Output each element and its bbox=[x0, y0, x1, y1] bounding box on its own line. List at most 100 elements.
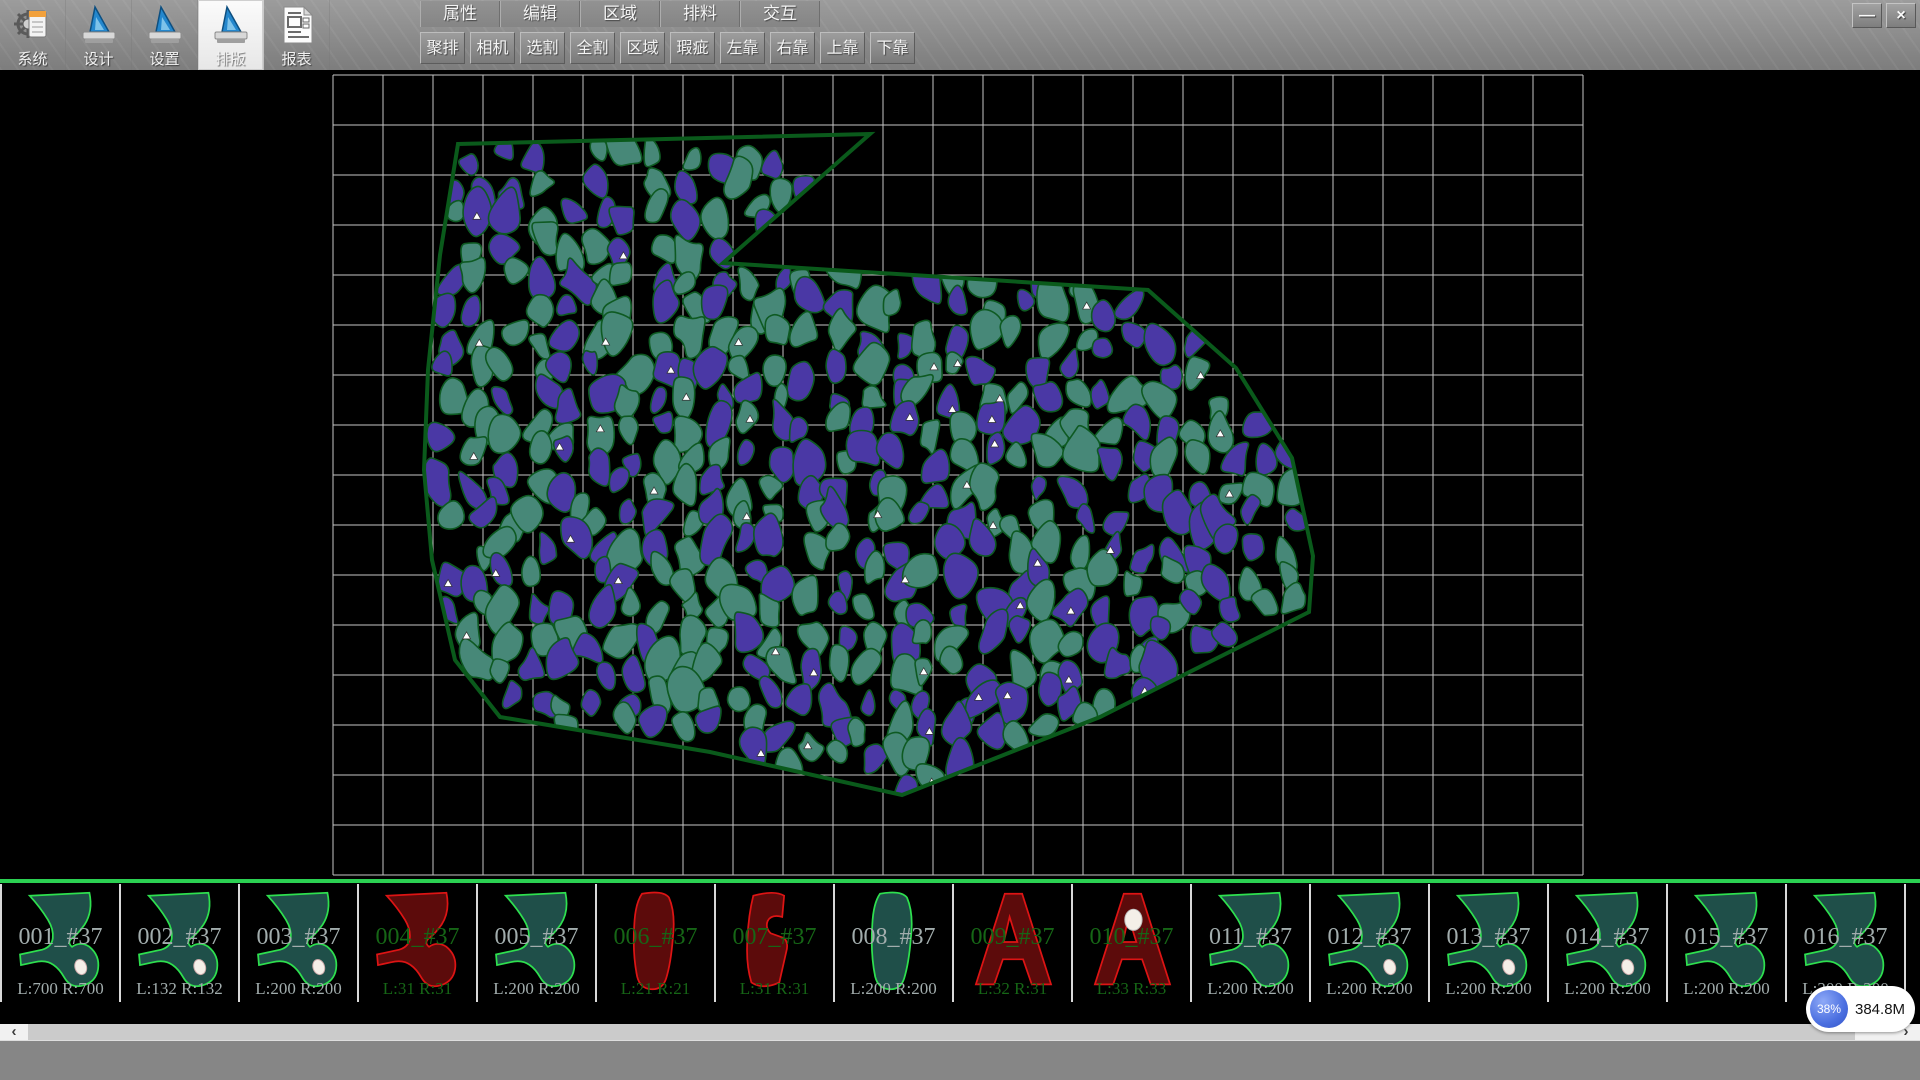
tool-button-defect[interactable]: 瑕疵 bbox=[670, 32, 715, 64]
piece-lr-label: L:200 R:200 bbox=[1311, 979, 1428, 999]
tool-button-cluster-nest[interactable]: 聚排 bbox=[420, 32, 465, 64]
memory-usage-label: 384.8M bbox=[1855, 1001, 1905, 1018]
piece-id-label: 016_#37 bbox=[1787, 924, 1904, 951]
piece-id-label: 0 bbox=[1906, 924, 1920, 951]
app-window: 系统设计设置排版报表 属性编辑区域排料交互 聚排相机选割全割区域瑕疵左靠右靠上靠… bbox=[0, 0, 1920, 1080]
nesting-canvas[interactable] bbox=[0, 70, 1920, 879]
piece-id-label: 010_#37 bbox=[1073, 924, 1190, 951]
menu-tab-region[interactable]: 区域 bbox=[580, 1, 660, 27]
scroll-left-button[interactable]: ‹ bbox=[0, 1024, 28, 1040]
menu-tab-properties[interactable]: 属性 bbox=[420, 1, 500, 27]
piece-id-label: 008_#37 bbox=[835, 924, 952, 951]
piece-lr-label: L:200 R:200 bbox=[1549, 979, 1666, 999]
piece-id-label: 009_#37 bbox=[954, 924, 1071, 951]
piece-thumbnails: 001_#37L:700 R:700002_#37L:132 R:132003_… bbox=[0, 884, 1920, 1004]
piece-lr-label: L:200 R:200 bbox=[1430, 979, 1547, 999]
main-button-label: 报表 bbox=[281, 48, 311, 69]
piece-lr-label: L:32 R:31 bbox=[954, 979, 1071, 999]
piece-lr-label: L:31 R:31 bbox=[359, 979, 476, 999]
piece-id-label: 007_#37 bbox=[716, 924, 833, 951]
tool-button-camera[interactable]: 相机 bbox=[470, 32, 515, 64]
piece-thumbnail[interactable]: 008_#37 L:200 R:200 bbox=[835, 884, 954, 1002]
piece-lr-label: L:200 R:200 bbox=[835, 979, 952, 999]
piece-thumbnail[interactable]: 009_#37 L:32 R:31 bbox=[954, 884, 1073, 1002]
piece-thumbnail[interactable]: 005_#37 L:200 R:200 bbox=[478, 884, 597, 1002]
piece-id-label: 012_#37 bbox=[1311, 924, 1428, 951]
piece-id-label: 011_#37 bbox=[1192, 924, 1309, 951]
piece-lr-label: L:21 R:21 bbox=[597, 979, 714, 999]
menu-tab-nest[interactable]: 排料 bbox=[660, 1, 740, 27]
status-bar bbox=[0, 1040, 1920, 1080]
piece-lr-label: L:200 R:200 bbox=[240, 979, 357, 999]
piece-thumbnail[interactable]: 002_#37 L:132 R:132 bbox=[121, 884, 240, 1002]
main-button-system[interactable]: 系统 bbox=[0, 0, 66, 70]
horizontal-scrollbar[interactable]: ‹ › bbox=[0, 1024, 1920, 1040]
piece-thumbnail[interactable]: 0L: bbox=[1906, 884, 1920, 1002]
piece-lr-label: L:200 R:200 bbox=[1192, 979, 1309, 999]
piece-lr-label: L:31 R:31 bbox=[716, 979, 833, 999]
piece-thumbnail[interactable]: 004_#37 L:31 R:31 bbox=[359, 884, 478, 1002]
piece-id-label: 014_#37 bbox=[1549, 924, 1666, 951]
piece-id-label: 004_#37 bbox=[359, 924, 476, 951]
pieces-strip: 001_#37L:700 R:700002_#37L:132 R:132003_… bbox=[0, 879, 1920, 1024]
main-button-label: 设计 bbox=[83, 48, 113, 69]
tool-button-snap-down[interactable]: 下靠 bbox=[870, 32, 915, 64]
menu-tab-interact[interactable]: 交互 bbox=[740, 1, 820, 27]
nesting-drawing bbox=[0, 70, 1920, 879]
piece-thumbnail[interactable]: 013_#37 L:200 R:200 bbox=[1430, 884, 1549, 1002]
piece-id-label: 005_#37 bbox=[478, 924, 595, 951]
menu-area: 属性编辑区域排料交互 聚排相机选割全割区域瑕疵左靠右靠上靠下靠 bbox=[420, 0, 920, 70]
main-button-design[interactable]: 设计 bbox=[66, 0, 132, 70]
piece-thumbnail[interactable]: 016_#37L:200 R:200 bbox=[1787, 884, 1906, 1002]
tool-button-snap-up[interactable]: 上靠 bbox=[820, 32, 865, 64]
piece-thumbnail[interactable]: 012_#37 L:200 R:200 bbox=[1311, 884, 1430, 1002]
piece-thumbnail[interactable]: 007_#37 L:31 R:31 bbox=[716, 884, 835, 1002]
set-square-icon bbox=[144, 5, 186, 45]
main-button-nesting[interactable]: 排版 bbox=[198, 0, 264, 70]
tool-button-region[interactable]: 区域 bbox=[620, 32, 665, 64]
gear-icon bbox=[12, 5, 54, 45]
piece-thumbnail[interactable]: 015_#37 L:200 R:200 bbox=[1668, 884, 1787, 1002]
percent-indicator: 38% bbox=[1810, 990, 1848, 1028]
report-icon bbox=[276, 5, 318, 45]
main-toolbar: 系统 设计 设置 排版 报表 bbox=[0, 0, 330, 70]
main-button-label: 设置 bbox=[149, 48, 179, 69]
tool-button-cut-all[interactable]: 全割 bbox=[570, 32, 615, 64]
nested-pieces bbox=[422, 127, 1309, 812]
set-square-icon bbox=[210, 5, 252, 45]
piece-thumbnail[interactable]: 011_#37 L:200 R:200 bbox=[1192, 884, 1311, 1002]
tool-button-select-cut[interactable]: 选割 bbox=[520, 32, 565, 64]
piece-thumbnail[interactable]: 001_#37 L:700 R:700 bbox=[0, 884, 121, 1002]
close-button[interactable]: × bbox=[1886, 3, 1916, 28]
menu-tab-edit[interactable]: 编辑 bbox=[500, 1, 580, 27]
piece-thumbnail[interactable]: 003_#37 L:200 R:200 bbox=[240, 884, 359, 1002]
main-button-report[interactable]: 报表 bbox=[264, 0, 330, 70]
piece-thumbnail[interactable]: 006_#37 L:21 R:21 bbox=[597, 884, 716, 1002]
tool-buttons: 聚排相机选割全割区域瑕疵左靠右靠上靠下靠 bbox=[420, 32, 920, 68]
piece-thumbnail[interactable]: 014_#37 L:200 R:200 bbox=[1549, 884, 1668, 1002]
piece-id-label: 015_#37 bbox=[1668, 924, 1785, 951]
menu-tabs: 属性编辑区域排料交互 bbox=[420, 1, 920, 29]
scrollbar-thumb[interactable] bbox=[28, 1024, 1855, 1040]
set-square-icon bbox=[78, 5, 120, 45]
toolbar: 系统设计设置排版报表 属性编辑区域排料交互 聚排相机选割全割区域瑕疵左靠右靠上靠… bbox=[0, 0, 1920, 70]
piece-id-label: 006_#37 bbox=[597, 924, 714, 951]
usage-badge: 38% 384.8M bbox=[1806, 986, 1915, 1032]
main-button-settings[interactable]: 设置 bbox=[132, 0, 198, 70]
piece-id-label: 001_#37 bbox=[2, 924, 119, 951]
main-button-label: 排版 bbox=[215, 48, 245, 69]
main-button-label: 系统 bbox=[17, 48, 47, 69]
tool-button-snap-left[interactable]: 左靠 bbox=[720, 32, 765, 64]
piece-lr-label: L:200 R:200 bbox=[478, 979, 595, 999]
piece-id-label: 002_#37 bbox=[121, 924, 238, 951]
piece-lr-label: L:700 R:700 bbox=[2, 979, 119, 999]
piece-id-label: 003_#37 bbox=[240, 924, 357, 951]
piece-lr-label: L:200 R:200 bbox=[1668, 979, 1785, 999]
piece-lr-label: L:33 R:33 bbox=[1073, 979, 1190, 999]
piece-thumbnail[interactable]: 010_#37 L:33 R:33 bbox=[1073, 884, 1192, 1002]
tool-button-snap-right[interactable]: 右靠 bbox=[770, 32, 815, 64]
window-controls: — × bbox=[1852, 3, 1916, 28]
minimize-button[interactable]: — bbox=[1852, 3, 1882, 28]
piece-lr-label: L:132 R:132 bbox=[121, 979, 238, 999]
piece-id-label: 013_#37 bbox=[1430, 924, 1547, 951]
